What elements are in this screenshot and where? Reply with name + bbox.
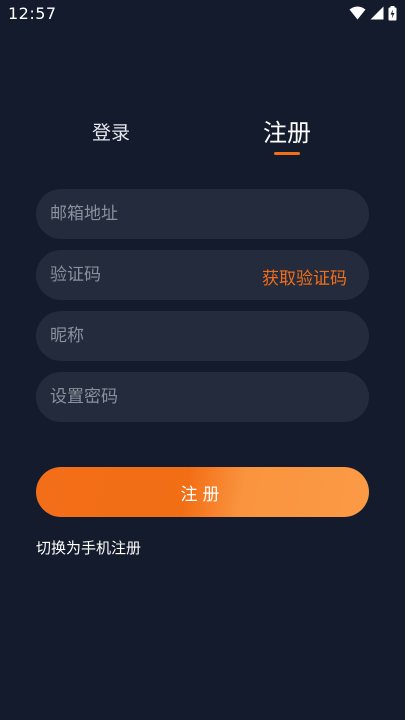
wifi-icon: [349, 6, 366, 20]
nickname-field-container: [36, 311, 369, 361]
signal-icon: [370, 6, 384, 20]
email-field-container: [36, 189, 369, 239]
battery-charging-icon: [388, 5, 397, 21]
status-bar: 12:57: [0, 0, 405, 26]
tab-login[interactable]: 登录: [92, 118, 130, 145]
active-tab-indicator: [274, 152, 300, 155]
password-field[interactable]: [50, 372, 250, 422]
switch-to-phone-register-link[interactable]: 切换为手机注册: [36, 537, 141, 558]
password-field-container: [36, 372, 369, 422]
status-time: 12:57: [8, 4, 57, 23]
nickname-field[interactable]: [50, 311, 250, 361]
email-field[interactable]: [50, 189, 250, 239]
tab-register[interactable]: 注册: [263, 113, 311, 148]
get-code-button[interactable]: 获取验证码: [262, 264, 347, 289]
code-field-container: 获取验证码: [36, 250, 369, 300]
auth-tabs: 登录 注册: [0, 110, 405, 160]
register-button[interactable]: 注册: [36, 467, 369, 517]
verification-code-field[interactable]: [50, 250, 250, 300]
status-icons: [349, 5, 397, 21]
